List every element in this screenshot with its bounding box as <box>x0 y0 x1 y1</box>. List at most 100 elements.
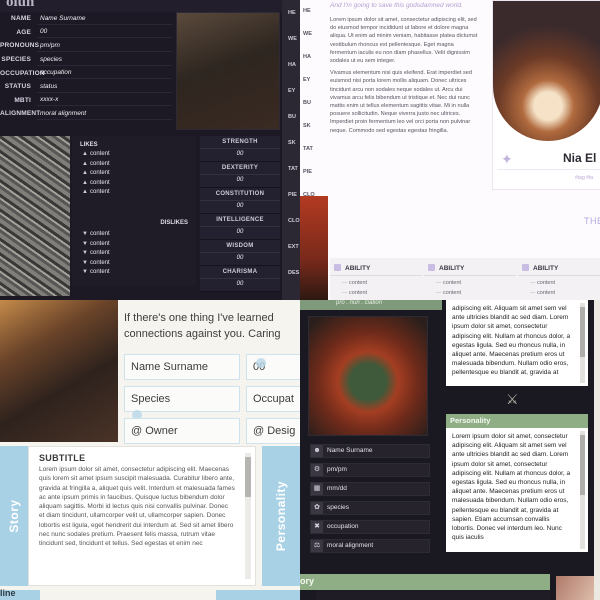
character-portrait <box>308 316 428 436</box>
field-value: species <box>37 54 172 66</box>
ability-item: content <box>424 286 516 296</box>
stats-panel: STRENGTH 00 DEXTERITY 00 CONSTITUTION 00 IN… <box>200 136 280 292</box>
scrollbar-thumb[interactable] <box>580 307 585 357</box>
like-item: ▲ content <box>72 169 196 179</box>
scrollbar-thumb[interactable] <box>580 435 585 495</box>
info-value: occupation <box>327 523 359 530</box>
side-tab[interactable]: SK <box>282 130 300 156</box>
side-tab[interactable]: HA <box>282 52 300 78</box>
scrollbar-thumb[interactable] <box>245 457 251 497</box>
page-title: olun <box>6 0 35 10</box>
stat-box: STRENGTH 00 <box>200 136 280 162</box>
side-tab[interactable]: CLO <box>282 208 300 234</box>
species-field[interactable]: Species <box>124 386 240 412</box>
dislike-item: ▼ content <box>72 240 196 250</box>
dislike-item: ▼ content <box>72 259 196 269</box>
ability-item: content <box>424 276 516 286</box>
info-row: STATUS status <box>0 80 172 94</box>
section-gap <box>316 590 550 600</box>
profile-template-light: HE WE HA EY BU SK TAT PIE CLO And I'm go… <box>300 0 600 300</box>
side-label: BU <box>303 100 311 106</box>
thumbs-down-icon: ▼ <box>82 250 88 257</box>
profile-template-blue: If there's one thing I've learned connec… <box>0 300 300 600</box>
side-tab[interactable]: DES <box>282 260 300 286</box>
side-tab[interactable]: BU <box>282 104 300 130</box>
side-tab[interactable]: PIE <box>282 182 300 208</box>
like-text: content <box>90 189 110 196</box>
stat-name: DEXTERITY <box>221 165 259 171</box>
text-column: adipiscing elit. Aliquam sit amet sem ve… <box>446 300 594 600</box>
ability-card: ABILITY content content <box>424 258 516 300</box>
name-field[interactable]: Name Surname <box>124 354 240 380</box>
side-tab[interactable]: HE <box>282 0 300 26</box>
bio-text: adipiscing elit. Aliquam sit amet sem ve… <box>452 305 571 377</box>
bio-scrollbar[interactable] <box>580 303 585 383</box>
ability-card: ABILITY content content <box>330 258 422 300</box>
dislike-text: content <box>90 259 110 266</box>
side-tab[interactable]: EXT <box>282 234 300 260</box>
character-portrait <box>0 300 118 442</box>
section-gap <box>40 590 216 600</box>
field-label: AGE <box>16 28 31 36</box>
section-label: line <box>0 588 16 598</box>
title-bar: olun <box>0 0 300 12</box>
personality-tab[interactable]: Personality <box>262 446 300 586</box>
stat-box: DEXTERITY 00 <box>200 162 280 188</box>
stat-box: CONSTITUTION 00 <box>200 188 280 214</box>
stat-name: CONSTITUTION <box>215 191 265 197</box>
like-text: content <box>90 170 110 177</box>
owner-field[interactable]: @ Owner <box>124 418 240 444</box>
story-tab-label: Story <box>7 499 21 533</box>
bottom-section-bar: line <box>0 588 300 600</box>
field-value: pm/pm <box>37 40 172 52</box>
field-label: NAME <box>11 15 31 23</box>
side-tab[interactable]: EY <box>282 78 300 104</box>
story-tab[interactable]: Story <box>0 446 28 586</box>
field-value: moral alignment <box>37 108 172 120</box>
paw-icon: ✿ <box>311 502 323 514</box>
ability-item: content <box>330 286 422 296</box>
field-value: occupation <box>37 67 172 80</box>
info-row: ⚙ pm/pm <box>310 463 430 477</box>
stat-name: STRENGTH <box>222 139 258 145</box>
side-label: SK <box>303 123 311 129</box>
age-field[interactable]: 00 <box>246 354 300 380</box>
personality-scrollbar[interactable] <box>580 431 585 549</box>
info-table: NAME Name Surname AGE 00 PRONOUNS pm/pm SPE… <box>0 12 172 130</box>
bio-text: Lorem ipsum dolor sit amet, consectetur … <box>330 16 480 139</box>
occupation-field[interactable]: Occupat <box>246 386 300 412</box>
info-row: MBTI xxxx-x <box>0 94 172 108</box>
ability-item: content <box>518 276 600 286</box>
tag-list[interactable]: #tag #ta <box>575 175 593 181</box>
info-row: ✿ species <box>310 501 430 515</box>
field-label: OCCUPATION <box>0 69 45 77</box>
stat-value: 00 <box>200 278 280 287</box>
side-label: PIE <box>303 169 312 175</box>
info-row: ALIGNMENT moral alignment <box>0 107 172 121</box>
thumbs-down-icon: ▼ <box>82 259 88 266</box>
side-tabs: HE WE HA EY BU SK TAT PIE CLO EXT DES <box>282 0 300 300</box>
side-tab[interactable]: WE <box>282 26 300 52</box>
stat-box: CHARISMA 00 <box>200 266 280 292</box>
thumbs-up-icon: ▲ <box>82 151 88 157</box>
side-tab[interactable]: TAT <box>282 156 300 182</box>
book-icon <box>334 264 341 271</box>
stat-name: INTELLIGENCE <box>216 217 264 223</box>
personality-box: Lorem ipsum dolor sit amet, consectetur … <box>446 428 588 552</box>
story-scrollbar[interactable] <box>245 453 251 579</box>
stat-value: 00 <box>200 174 280 183</box>
like-item: ▲ content <box>72 179 196 189</box>
user-icon: ☻ <box>311 445 323 457</box>
art-thumbnail <box>300 196 328 300</box>
pronunciation-text: pro . nun . ciation <box>336 300 383 306</box>
thumbs-down-icon: ▼ <box>82 230 88 237</box>
ability-header: ABILITY <box>330 258 422 276</box>
bio-paragraph: Lorem ipsum dolor sit amet, consectetur … <box>330 17 478 65</box>
info-row: SPECIES species <box>0 53 172 67</box>
designer-field[interactable]: @ Desig <box>246 418 300 444</box>
ability-header: ABILITY <box>518 258 600 276</box>
thumbs-up-icon: ▲ <box>82 189 88 196</box>
info-value: mm/dd <box>327 485 347 492</box>
info-row: ☻ Name Surname <box>310 444 430 458</box>
crossed-swords-icon: ⚔ <box>506 391 519 407</box>
